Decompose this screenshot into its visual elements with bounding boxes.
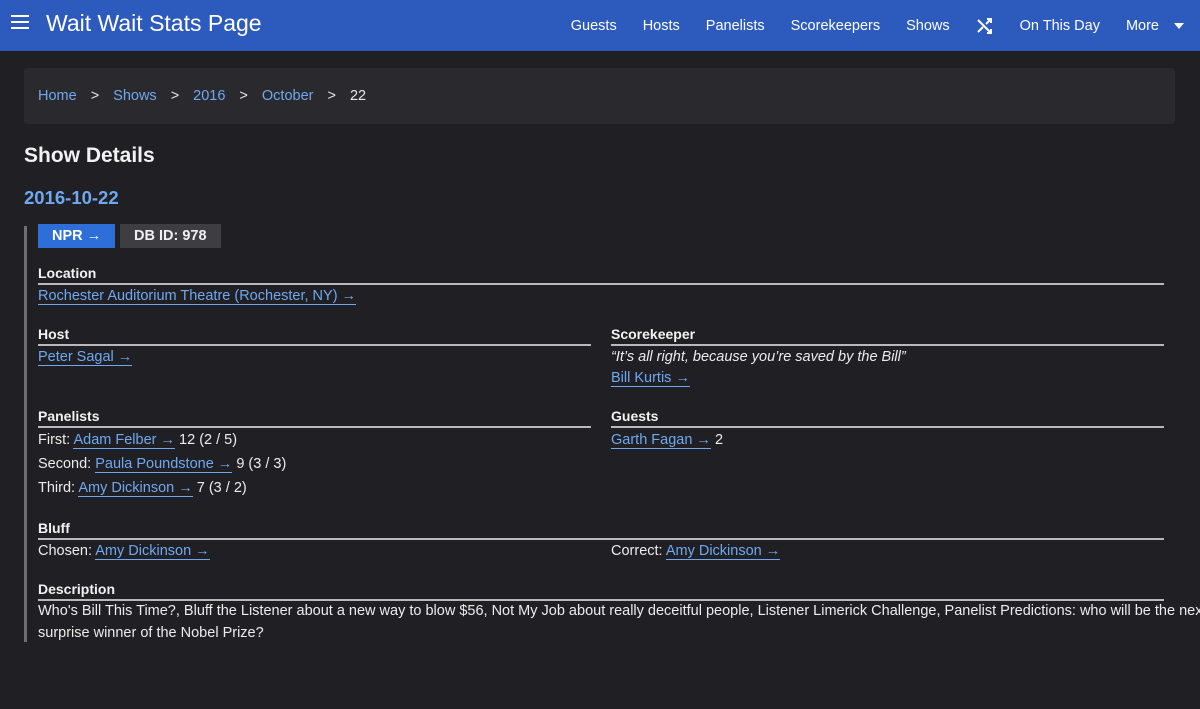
description-text-line-1: Who's Bill This Time?, Bluff the Listene… xyxy=(38,603,1200,619)
bluff-correct-row: Correct: Amy Dickinson → xyxy=(611,543,781,560)
guest-score: 2 xyxy=(714,432,724,448)
npr-link-button[interactable]: NPR → xyxy=(38,224,116,248)
guest-row: Garth Fagan → 2 xyxy=(611,432,724,449)
nav-item-guests[interactable]: Guests xyxy=(571,18,617,34)
breadcrumb-current: 22 xyxy=(349,88,367,104)
show-date: 2016-10-22 xyxy=(24,187,119,208)
bluff-correct-label: Correct: xyxy=(611,543,663,559)
chevron-down-icon[interactable] xyxy=(1174,22,1184,29)
breadcrumb-separator: > xyxy=(90,88,100,104)
nav-item-hosts[interactable]: Hosts xyxy=(643,18,680,34)
location-link[interactable]: Rochester Auditorium Theatre (Rochester,… xyxy=(38,288,357,305)
page-title: Show Details xyxy=(24,144,155,167)
breadcrumb-year[interactable]: 2016 xyxy=(193,88,225,104)
site-brand[interactable]: Wait Wait Stats Page xyxy=(46,10,262,37)
bluff-heading: Bluff xyxy=(38,520,1164,540)
breadcrumb-separator: > xyxy=(170,88,180,104)
top-navbar: Wait Wait Stats Page Guests Hosts Paneli… xyxy=(0,0,1200,51)
scorekeeper-quote: “It’s all right, because you’re saved by… xyxy=(611,349,906,365)
bluff-chosen-label: Chosen: xyxy=(38,543,93,559)
scorekeeper-link[interactable]: Bill Kurtis → xyxy=(611,370,690,387)
nav-item-panelists[interactable]: Panelists xyxy=(706,18,765,34)
breadcrumb-home[interactable]: Home xyxy=(38,88,77,104)
panelist-position: First: xyxy=(38,432,71,448)
nav-item-shows[interactable]: Shows xyxy=(906,18,950,34)
breadcrumb-separator: > xyxy=(239,88,248,104)
nav-item-more[interactable]: More xyxy=(1126,18,1159,34)
panelist-score: 9 (3 / 3) xyxy=(236,456,287,472)
breadcrumb-month[interactable]: October xyxy=(262,88,314,104)
host-heading: Host xyxy=(38,326,591,346)
panelist-position: Third: xyxy=(38,480,76,496)
host-link[interactable]: Peter Sagal → xyxy=(38,349,133,366)
description-heading: Description xyxy=(38,581,1164,601)
bluff-chosen-row: Chosen: Amy Dickinson → xyxy=(38,543,210,560)
nav-item-on-this-day[interactable]: On This Day xyxy=(1020,18,1100,34)
breadcrumb: Home > Shows > 2016 > October > 22 xyxy=(24,68,1175,124)
panelist-row: Third: Amy Dickinson → 7 (3 / 2) xyxy=(38,480,247,497)
panelist-link[interactable]: Paula Poundstone → xyxy=(95,456,233,473)
guest-link[interactable]: Garth Fagan → xyxy=(611,432,711,449)
panelists-heading: Panelists xyxy=(38,408,591,428)
location-heading: Location xyxy=(38,265,1164,285)
nav-item-scorekeepers[interactable]: Scorekeepers xyxy=(791,18,880,34)
breadcrumb-separator: > xyxy=(327,88,336,104)
panelist-score: 12 (2 / 5) xyxy=(179,432,238,448)
description-text-line-2: surprise winner of the Nobel Prize? xyxy=(38,625,264,641)
breadcrumb-shows[interactable]: Shows xyxy=(113,88,157,104)
panelist-link[interactable]: Adam Felber → xyxy=(73,432,175,449)
db-id-badge: DB ID: 978 xyxy=(120,224,221,248)
bluff-chosen-link[interactable]: Amy Dickinson → xyxy=(95,543,210,560)
bluff-correct-link[interactable]: Amy Dickinson → xyxy=(665,543,781,560)
panelist-position: Second: xyxy=(38,456,92,472)
menu-icon[interactable] xyxy=(11,15,29,31)
panelist-row: First: Adam Felber → 12 (2 / 5) xyxy=(38,432,238,449)
nav-menu: Guests Hosts Panelists Scorekeepers Show… xyxy=(571,0,1200,51)
panelist-row: Second: Paula Poundstone → 9 (3 / 3) xyxy=(38,456,287,473)
scorekeeper-heading: Scorekeeper xyxy=(611,326,1164,346)
show-details: NPR → DB ID: 978 Location Rochester Audi… xyxy=(24,224,1200,642)
guests-heading: Guests xyxy=(611,408,1164,428)
panelist-score: 7 (3 / 2) xyxy=(196,480,247,496)
shuffle-icon[interactable] xyxy=(976,17,994,35)
panelist-link[interactable]: Amy Dickinson → xyxy=(78,480,193,497)
